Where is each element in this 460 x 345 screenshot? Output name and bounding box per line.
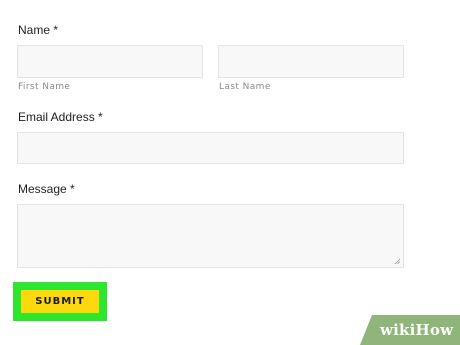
first-name-sublabel: First Name (18, 82, 71, 92)
submit-button[interactable]: SUBMIT (21, 290, 99, 313)
watermark-text: wikiHow (380, 321, 453, 339)
submit-highlight: SUBMIT (13, 282, 107, 321)
watermark-how: How (415, 321, 454, 339)
watermark-badge (360, 315, 460, 345)
watermark-wiki: wiki (380, 321, 416, 339)
email-field[interactable] (17, 132, 404, 164)
name-label: Name * (18, 23, 59, 37)
first-name-field[interactable] (17, 45, 203, 78)
resize-handle-icon[interactable] (394, 258, 400, 264)
wikihow-watermark: wikiHow (360, 315, 460, 345)
message-label: Message * (18, 182, 75, 196)
message-textarea[interactable] (17, 204, 404, 268)
email-label: Email Address * (18, 110, 103, 124)
last-name-sublabel: Last Name (219, 82, 271, 92)
last-name-field[interactable] (218, 45, 404, 78)
